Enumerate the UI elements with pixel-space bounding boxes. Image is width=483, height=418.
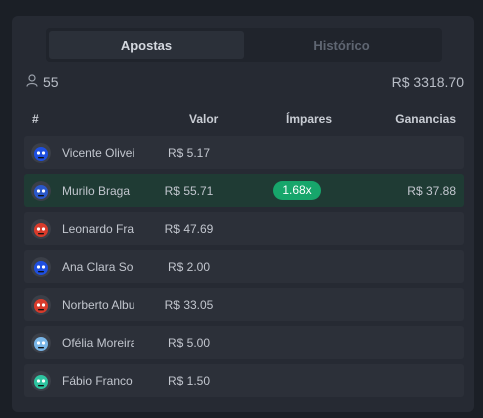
bet-value: R$ 5.17: [167, 146, 211, 160]
table-row: Vicente Oliveira R$ 5.17: [24, 136, 464, 169]
bet-value: R$ 1.50: [167, 374, 211, 388]
table-row: Leonardo Fraga R$ 47.69: [24, 212, 464, 245]
players-count: 55: [26, 74, 59, 90]
green-monster-avatar-icon: [31, 371, 51, 391]
player-name: Leonardo Fraga: [62, 222, 134, 236]
bet-winnings: R$ 37.88: [407, 184, 456, 198]
bets-panel: Apostas Histórico 55 R$ 3318.70 # Valor …: [12, 16, 474, 412]
column-value: Valor: [189, 112, 219, 126]
player-name: Ofélia Moreira: [62, 336, 134, 350]
bet-value: R$ 2.00: [167, 260, 211, 274]
bet-value: R$ 47.69: [164, 222, 214, 236]
total-bet-amount: R$ 3318.70: [391, 74, 464, 90]
table-row: Ana Clara Souza R$ 2.00: [24, 250, 464, 283]
table-row: Norberto Albuquerque R$ 33.05: [24, 288, 464, 321]
player-name: Ana Clara Souza: [62, 260, 134, 274]
bets-table-header: # Valor Ímpares Ganancias: [24, 112, 464, 128]
lightblue-monster-avatar-icon: [31, 333, 51, 353]
tab-apostas[interactable]: Apostas: [49, 31, 244, 59]
player-name: Fábio Franco: [62, 374, 133, 388]
table-row: Murilo Braga R$ 55.71 1.68x R$ 37.88: [24, 174, 464, 207]
players-count-value: 55: [43, 74, 59, 90]
user-icon: [26, 74, 38, 90]
red-monster-avatar-icon: [31, 295, 51, 315]
player-name: Vicente Oliveira: [62, 146, 134, 160]
player-name: Murilo Braga: [62, 184, 131, 198]
white-robot-avatar-icon: [31, 181, 51, 201]
blue-monster-avatar-icon: [31, 257, 51, 277]
table-row: Fábio Franco R$ 1.50: [24, 364, 464, 397]
odds-badge: 1.68x: [273, 181, 321, 200]
tab-historico[interactable]: Histórico: [244, 31, 439, 59]
red-monster-avatar-icon: [31, 219, 51, 239]
column-winnings: Ganancias: [395, 112, 456, 126]
blue-monster-avatar-icon: [31, 143, 51, 163]
column-odds: Ímpares: [286, 112, 333, 126]
column-index: #: [32, 112, 39, 126]
player-name: Norberto Albuquerque: [62, 298, 134, 312]
bets-tabs: Apostas Histórico: [46, 28, 442, 62]
bet-value: R$ 55.71: [164, 184, 214, 198]
bets-summary: 55 R$ 3318.70: [26, 72, 464, 92]
bet-value: R$ 5.00: [167, 336, 211, 350]
table-row: Ofélia Moreira R$ 5.00: [24, 326, 464, 359]
bets-list: Vicente Oliveira R$ 5.17 Murilo Braga R$ 55…: [24, 136, 464, 402]
bet-value: R$ 33.05: [164, 298, 214, 312]
